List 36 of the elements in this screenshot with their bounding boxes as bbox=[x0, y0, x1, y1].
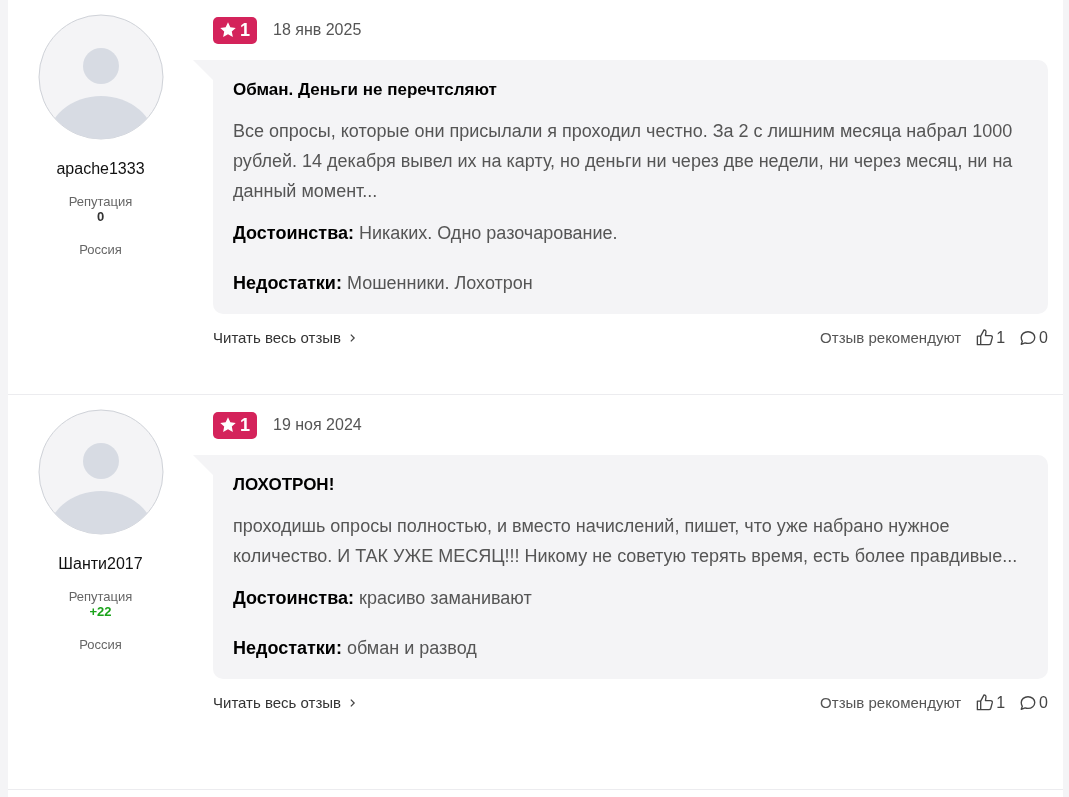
reputation-label: Репутация bbox=[68, 194, 133, 209]
reputation-value: 0 bbox=[96, 209, 105, 224]
avatar-icon bbox=[37, 14, 164, 140]
review-date: 18 янв 2025 bbox=[273, 21, 362, 39]
comments-button[interactable]: 0 bbox=[1019, 693, 1048, 712]
reputation-value: +22 bbox=[89, 604, 112, 619]
pros-label: Достоинства: bbox=[233, 223, 354, 243]
pros-label: Достоинства: bbox=[233, 588, 354, 608]
review-title[interactable]: Обман. Деньги не перечтсляют bbox=[233, 80, 1028, 100]
username[interactable]: apache1333 bbox=[56, 160, 145, 178]
pros-text: красиво заманивают bbox=[359, 588, 532, 608]
read-more-link[interactable]: Читать весь отзыв bbox=[213, 329, 357, 346]
comments-button[interactable]: 0 bbox=[1019, 328, 1048, 347]
recommend-label: Отзыв рекомендуют bbox=[820, 694, 962, 711]
username[interactable]: Шанти2017 bbox=[58, 555, 143, 573]
chevron-icon bbox=[349, 697, 357, 708]
chevron-icon bbox=[349, 332, 357, 343]
review-text: Все опросы, которые они присылали я проходил честно. За 2 с лишним месяца набрал 1000 рублей. 14 декабря вывел их на карту, но деньги ни через две недели, ни через месяц, ни на данный момент... bbox=[233, 120, 1014, 203]
cons-text: обман и развод bbox=[346, 638, 477, 658]
pros-text: Никаких. Одно разочарование. bbox=[359, 223, 618, 243]
rating-badge: 1 bbox=[213, 411, 257, 439]
like-button[interactable]: 1 bbox=[975, 328, 1006, 347]
reputation-label: Репутация bbox=[68, 589, 133, 604]
user-country: Россия bbox=[79, 242, 122, 257]
cons-label: Недостатки: bbox=[233, 273, 342, 293]
avatar-icon bbox=[37, 409, 164, 535]
cons-label: Недостатки: bbox=[233, 638, 342, 658]
review-title[interactable]: ЛОХОТРОН! bbox=[233, 475, 1028, 495]
review-text: проходишь опросы полностью, и вместо начислений, пишет, что уже набрано нужное количество. И ТАК УЖЕ МЕСЯЦ!!! Никому не советую терять время, есть более правдивые... bbox=[233, 515, 1019, 568]
rating-badge: 1 bbox=[213, 16, 257, 44]
user-country: Россия bbox=[79, 637, 122, 652]
cons-text: Мошенники. Лохотрон bbox=[346, 273, 533, 293]
review-date: 19 ноя 2024 bbox=[273, 416, 362, 434]
read-more-link[interactable]: Читать весь отзыв bbox=[213, 694, 357, 711]
recommend-label: Отзыв рекомендуют bbox=[820, 329, 962, 346]
like-button[interactable]: 1 bbox=[975, 693, 1006, 712]
